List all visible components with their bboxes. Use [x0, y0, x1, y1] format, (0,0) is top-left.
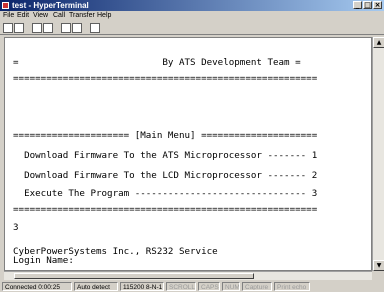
window-controls: _ □ ×	[353, 1, 382, 9]
terminal-line: 3	[13, 222, 19, 233]
status-capture: Capture	[242, 282, 272, 291]
open-icon[interactable]	[14, 23, 24, 33]
terminal-line: Download Firmware To the ATS Microproces…	[13, 150, 318, 161]
menu-bar: File Edit View Call Transfer Help	[0, 11, 384, 21]
status-caps: CAPS	[198, 282, 220, 291]
status-bar: Connected 0:00:25 Auto detect 115200 8-N…	[0, 281, 384, 292]
send-icon[interactable]	[61, 23, 71, 33]
terminal-line: ========================================…	[13, 73, 318, 84]
receive-icon[interactable]	[72, 23, 82, 33]
vertical-scrollbar[interactable]: ▲ ▼	[372, 37, 384, 271]
horizontal-scrollbar[interactable]	[4, 271, 372, 280]
terminal-line: ========================================…	[13, 204, 318, 215]
terminal-line: = By ATS Development Team =	[13, 57, 301, 68]
scroll-down-icon[interactable]: ▼	[373, 260, 384, 271]
menu-call[interactable]: Call	[53, 11, 65, 21]
disconnect-icon[interactable]	[43, 23, 53, 33]
new-connection-icon[interactable]	[3, 23, 13, 33]
menu-view[interactable]: View	[33, 11, 48, 21]
app-icon	[2, 2, 9, 9]
menu-help[interactable]: Help	[97, 11, 111, 21]
title-bar: test - HyperTerminal _ □ ×	[0, 0, 384, 11]
properties-icon[interactable]	[90, 23, 100, 33]
status-params: 115200 8-N-1	[120, 282, 164, 291]
menu-transfer[interactable]: Transfer	[69, 11, 95, 21]
close-button[interactable]: ×	[373, 1, 382, 9]
terminal-line: Execute The Program --------------------…	[13, 188, 318, 199]
toolbar	[0, 21, 384, 35]
terminal-line: Download Firmware To the LCD Microproces…	[13, 170, 318, 181]
menu-edit[interactable]: Edit	[17, 11, 29, 21]
terminal-line: ===================== [Main Menu] ======…	[13, 130, 318, 141]
horizontal-scroll-thumb[interactable]	[14, 273, 254, 279]
status-num: NUM	[222, 282, 240, 291]
status-connected: Connected 0:00:25	[2, 282, 72, 291]
status-scroll: SCROLL	[166, 282, 196, 291]
connect-icon[interactable]	[32, 23, 42, 33]
terminal-area[interactable]: = By ATS Development Team = ============…	[4, 37, 372, 271]
menu-file[interactable]: File	[3, 11, 14, 21]
window-title: test - HyperTerminal	[12, 1, 89, 10]
maximize-button[interactable]: □	[363, 1, 372, 9]
status-detect: Auto detect	[74, 282, 118, 291]
status-echo: Print echo	[274, 282, 310, 291]
minimize-button[interactable]: _	[353, 1, 362, 9]
terminal-line: Login Name:	[13, 255, 74, 266]
scroll-up-icon[interactable]: ▲	[373, 37, 384, 48]
